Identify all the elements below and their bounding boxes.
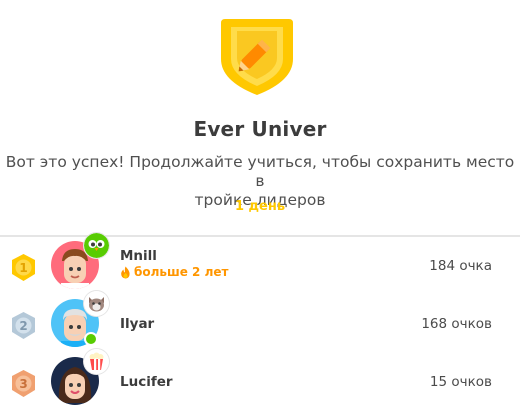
leaderboard-row-2[interactable]: 2 Ilyar 168 очков <box>0 291 520 352</box>
streak-badge: больше 2 лет <box>120 265 228 279</box>
rank-number: 1 <box>19 261 27 275</box>
flame-icon <box>121 266 130 278</box>
gold-medal-icon: 1 <box>12 254 35 281</box>
leaderboard-row-1[interactable]: 1 Mnill больше 2 лет 184 очка <box>0 233 520 294</box>
silver-medal-icon: 2 <box>12 312 35 339</box>
points: 184 очка <box>429 258 492 274</box>
rank-number: 2 <box>19 319 27 333</box>
popcorn-icon <box>84 349 109 374</box>
points: 168 очков <box>421 316 492 332</box>
username[interactable]: Mnill <box>120 248 157 264</box>
days-remaining: 1 день <box>234 199 286 214</box>
pencil-shield-icon <box>221 19 293 95</box>
rank-number: 3 <box>19 377 27 391</box>
online-indicator <box>84 332 98 346</box>
avatar[interactable] <box>51 291 109 347</box>
bronze-medal-icon: 3 <box>12 370 35 397</box>
points: 15 очков <box>429 374 492 390</box>
avatar[interactable] <box>51 349 109 405</box>
cat-icon <box>84 291 109 316</box>
green-owl-icon <box>84 233 109 258</box>
avatar[interactable] <box>51 233 109 289</box>
subtitle-line-1: Вот это успех! Продолжайте учиться, чтоб… <box>5 153 515 190</box>
leaderboard-row-3[interactable]: 3 Lucifer 15 очков <box>0 349 520 410</box>
league-title: Ever Univer <box>193 117 327 141</box>
username[interactable]: Lucifer <box>120 374 173 390</box>
username[interactable]: Ilyar <box>120 316 154 332</box>
streak-text: больше 2 лет <box>134 265 229 279</box>
